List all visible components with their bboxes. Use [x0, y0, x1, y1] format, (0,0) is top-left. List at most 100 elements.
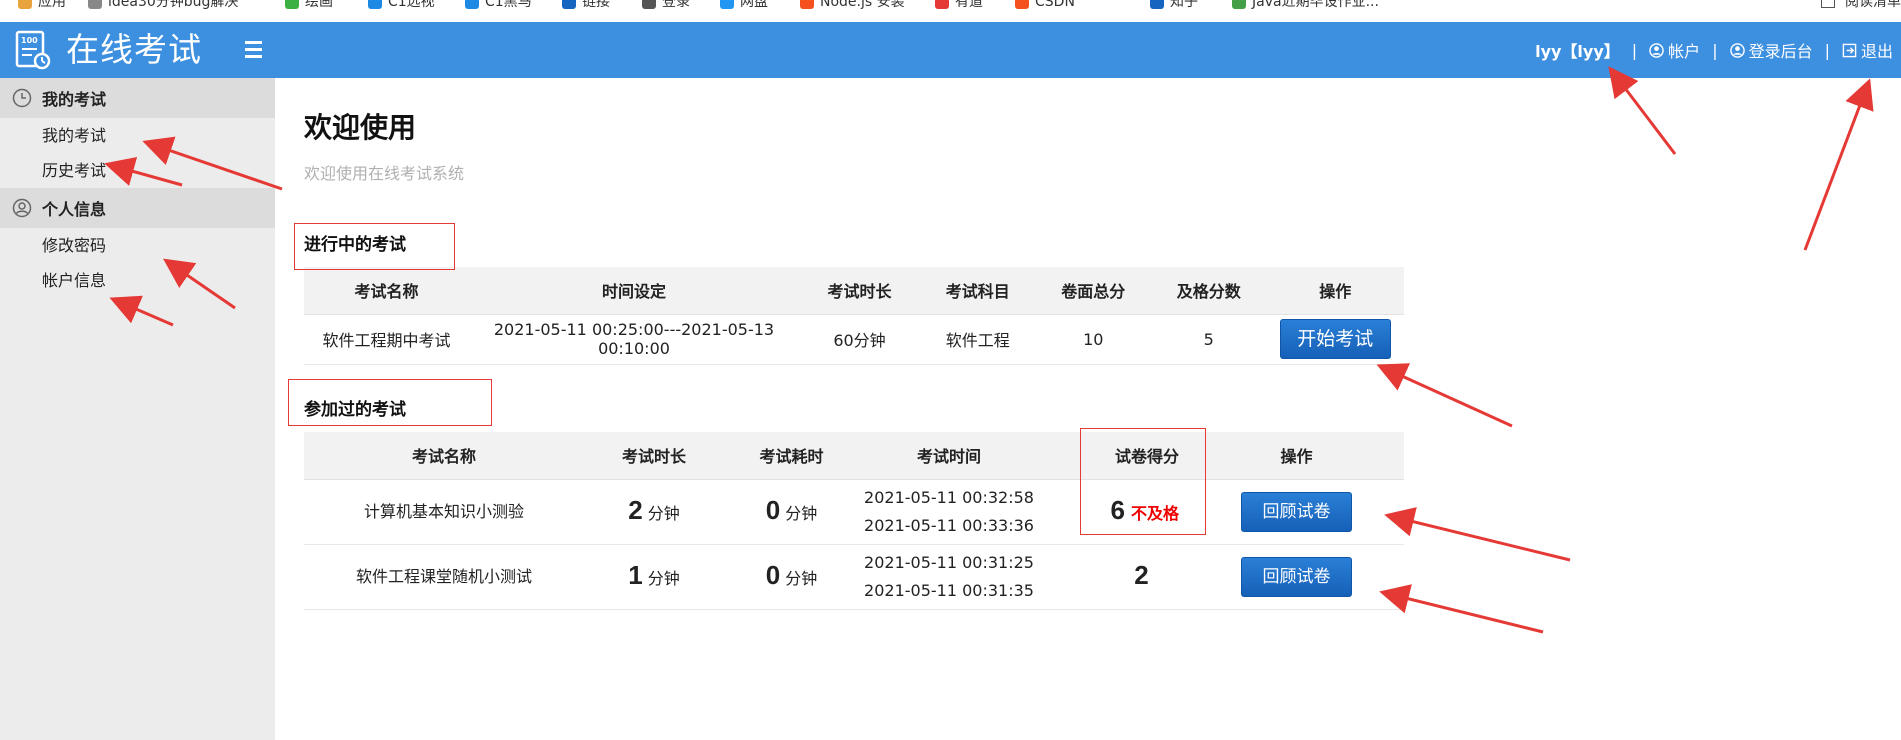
time-used-unit: 分钟	[785, 568, 818, 588]
time-used-value: 0	[765, 494, 781, 525]
exam-total-score: 10	[1035, 314, 1151, 365]
bookmark-label: 登录	[662, 0, 690, 10]
exam-logo-icon: 100	[15, 30, 51, 70]
user-circle-icon	[1649, 42, 1664, 58]
column-header: 考试时长	[584, 432, 724, 480]
review-paper-button[interactable]: 回顾试卷	[1241, 556, 1352, 597]
duration-value: 1	[628, 559, 643, 590]
bookmark-label: 有道	[955, 0, 983, 10]
column-header: 操作	[1266, 267, 1404, 315]
bookmark-item[interactable]: CSDN	[1015, 0, 1075, 13]
reading-list[interactable]: 阅读清单	[1821, 0, 1901, 13]
bookmark-item[interactable]: 绘画	[285, 0, 333, 13]
ongoing-exams-table: 考试名称 时间设定 考试时长 考试科目 卷面总分 及格分数 操作 软件工程期中考…	[304, 267, 1404, 365]
sidebar-group-label: 个人信息	[42, 200, 107, 219]
bookmark-item[interactable]: 登录	[642, 0, 690, 13]
column-header: 考试名称	[304, 267, 469, 315]
logout-label: 退出	[1860, 42, 1893, 61]
bookmark-item[interactable]: C1远视	[368, 0, 435, 13]
exam-duration: 1 分钟	[584, 544, 724, 610]
annotation-box	[1080, 428, 1206, 535]
exam-name: 软件工程期中考试	[304, 314, 469, 365]
bookmark-label: C1远视	[388, 0, 435, 10]
sidebar-item-my-exams[interactable]: 我的考试	[0, 118, 275, 153]
action-cell: 回顾试卷	[1189, 479, 1404, 545]
table-header-row: 考试名称 时间设定 考试时长 考试科目 卷面总分 及格分数 操作	[304, 267, 1404, 315]
column-header: 考试名称	[304, 432, 584, 480]
column-header: 及格分数	[1151, 267, 1267, 315]
admin-login-label: 登录后台	[1748, 42, 1813, 61]
exam-time-window: 2021-05-11 00:25:00---2021-05-13 00:10:0…	[469, 314, 799, 365]
action-cell: 回顾试卷	[1189, 544, 1404, 610]
exam-duration: 60分钟	[799, 314, 920, 365]
page-title: 欢迎使用	[304, 111, 417, 144]
bookmark-item[interactable]: 链接	[562, 0, 610, 13]
exam-pass-score: 5	[1151, 314, 1267, 365]
sidebar-item-change-password[interactable]: 修改密码	[0, 228, 275, 263]
bookmark-item[interactable]: 知乎	[1150, 0, 1198, 13]
bookmark-label: 应用	[38, 0, 66, 10]
time-used-unit: 分钟	[785, 503, 818, 523]
bookmarks-bar: 应用 idea30分钟bug解决 绘画 C1远视 C1黑马 链接 登录 网盘 N…	[0, 0, 1901, 22]
table-row: 软件工程期中考试 2021-05-11 00:25:00---2021-05-1…	[304, 314, 1404, 365]
app-title: 在线考试	[66, 30, 202, 69]
duration-unit: 分钟	[647, 503, 680, 523]
svg-text:100: 100	[21, 36, 38, 45]
sidebar-item-account-info[interactable]: 帐户信息	[0, 263, 275, 298]
sidebar-group-personal-info[interactable]: 个人信息	[0, 188, 275, 228]
exam-end-time: 2021-05-11 00:33:36	[864, 515, 1034, 535]
top-header: 100 在线考试 lyy【lyy】 | 帐户 | 登录后台 | 退出	[0, 22, 1901, 78]
bookmark-item[interactable]: Node.js 安装	[800, 0, 905, 13]
exam-start-time: 2021-05-11 00:32:58	[864, 487, 1034, 507]
bookmark-item[interactable]: C1黑马	[465, 0, 532, 13]
logout-link[interactable]: 退出	[1842, 38, 1893, 62]
annotation-box	[294, 223, 455, 270]
menu-toggle-icon[interactable]	[244, 38, 264, 62]
reading-list-label: 阅读清单	[1845, 0, 1901, 10]
attended-exams-table: 考试名称 考试时长 考试耗时 考试时间 试卷得分 操作 计算机基本知识小测验 2…	[304, 432, 1404, 610]
bookmark-label: C1黑马	[485, 0, 532, 10]
bookmark-item[interactable]: 网盘	[720, 0, 768, 13]
exam-datetime: 2021-05-11 00:31:25 2021-05-11 00:31:35	[859, 544, 1039, 610]
bookmark-item[interactable]: idea30分钟bug解决	[88, 0, 238, 13]
column-header: 考试耗时	[724, 432, 859, 480]
exam-duration: 2 分钟	[584, 479, 724, 545]
column-header: 操作	[1189, 432, 1404, 480]
page-subtitle: 欢迎使用在线考试系统	[304, 164, 465, 183]
bookmark-item[interactable]: Java近期毕设作业...	[1232, 0, 1379, 13]
current-user[interactable]: lyy【lyy】	[1535, 38, 1620, 62]
table-row: 软件工程课堂随机小测试 1 分钟 0 分钟 2021-05-11 00:31:2…	[304, 544, 1404, 610]
exam-datetime: 2021-05-11 00:32:58 2021-05-11 00:33:36	[859, 479, 1039, 545]
nav-divider: |	[1824, 40, 1830, 60]
logout-icon	[1842, 43, 1857, 57]
bookmark-label: 网盘	[740, 0, 768, 10]
user-circle-icon	[1729, 42, 1745, 58]
score-value: 2	[1134, 559, 1149, 590]
bookmark-label: 知乎	[1170, 0, 1198, 10]
bookmark-label: Node.js 安装	[820, 0, 905, 10]
exam-end-time: 2021-05-11 00:31:35	[864, 580, 1034, 600]
exam-time-used: 0 分钟	[724, 544, 859, 610]
bookmark-item[interactable]: 有道	[935, 0, 983, 13]
annotation-box	[288, 379, 492, 426]
column-header: 考试科目	[920, 267, 1036, 315]
sidebar-item-exam-history[interactable]: 历史考试	[0, 153, 275, 188]
bookmark-label: 链接	[582, 0, 610, 10]
sidebar-group-my-exams[interactable]: 我的考试	[0, 78, 275, 118]
app-root: 应用 idea30分钟bug解决 绘画 C1远视 C1黑马 链接 登录 网盘 N…	[0, 0, 1901, 740]
table-header-row: 考试名称 考试时长 考试耗时 考试时间 试卷得分 操作	[304, 432, 1404, 480]
bookmark-label: 绘画	[305, 0, 333, 10]
start-exam-button[interactable]: 开始考试	[1279, 319, 1391, 359]
review-paper-button[interactable]: 回顾试卷	[1241, 491, 1352, 532]
column-header: 考试时长	[799, 267, 920, 315]
admin-login-link[interactable]: 登录后台	[1729, 38, 1813, 62]
exam-name: 软件工程课堂随机小测试	[304, 544, 584, 610]
main-content: 欢迎使用 欢迎使用在线考试系统 进行中的考试 考试名称 时间设定 考试时长 考试…	[275, 78, 1901, 740]
clock-icon	[12, 88, 32, 108]
bookmark-label: idea30分钟bug解决	[108, 0, 239, 10]
bookmark-apps[interactable]: 应用	[18, 0, 66, 13]
bookmark-label: CSDN	[1035, 0, 1075, 10]
nav-divider: |	[1712, 40, 1718, 60]
column-header: 考试时间	[859, 432, 1039, 480]
account-link[interactable]: 帐户	[1649, 38, 1700, 62]
